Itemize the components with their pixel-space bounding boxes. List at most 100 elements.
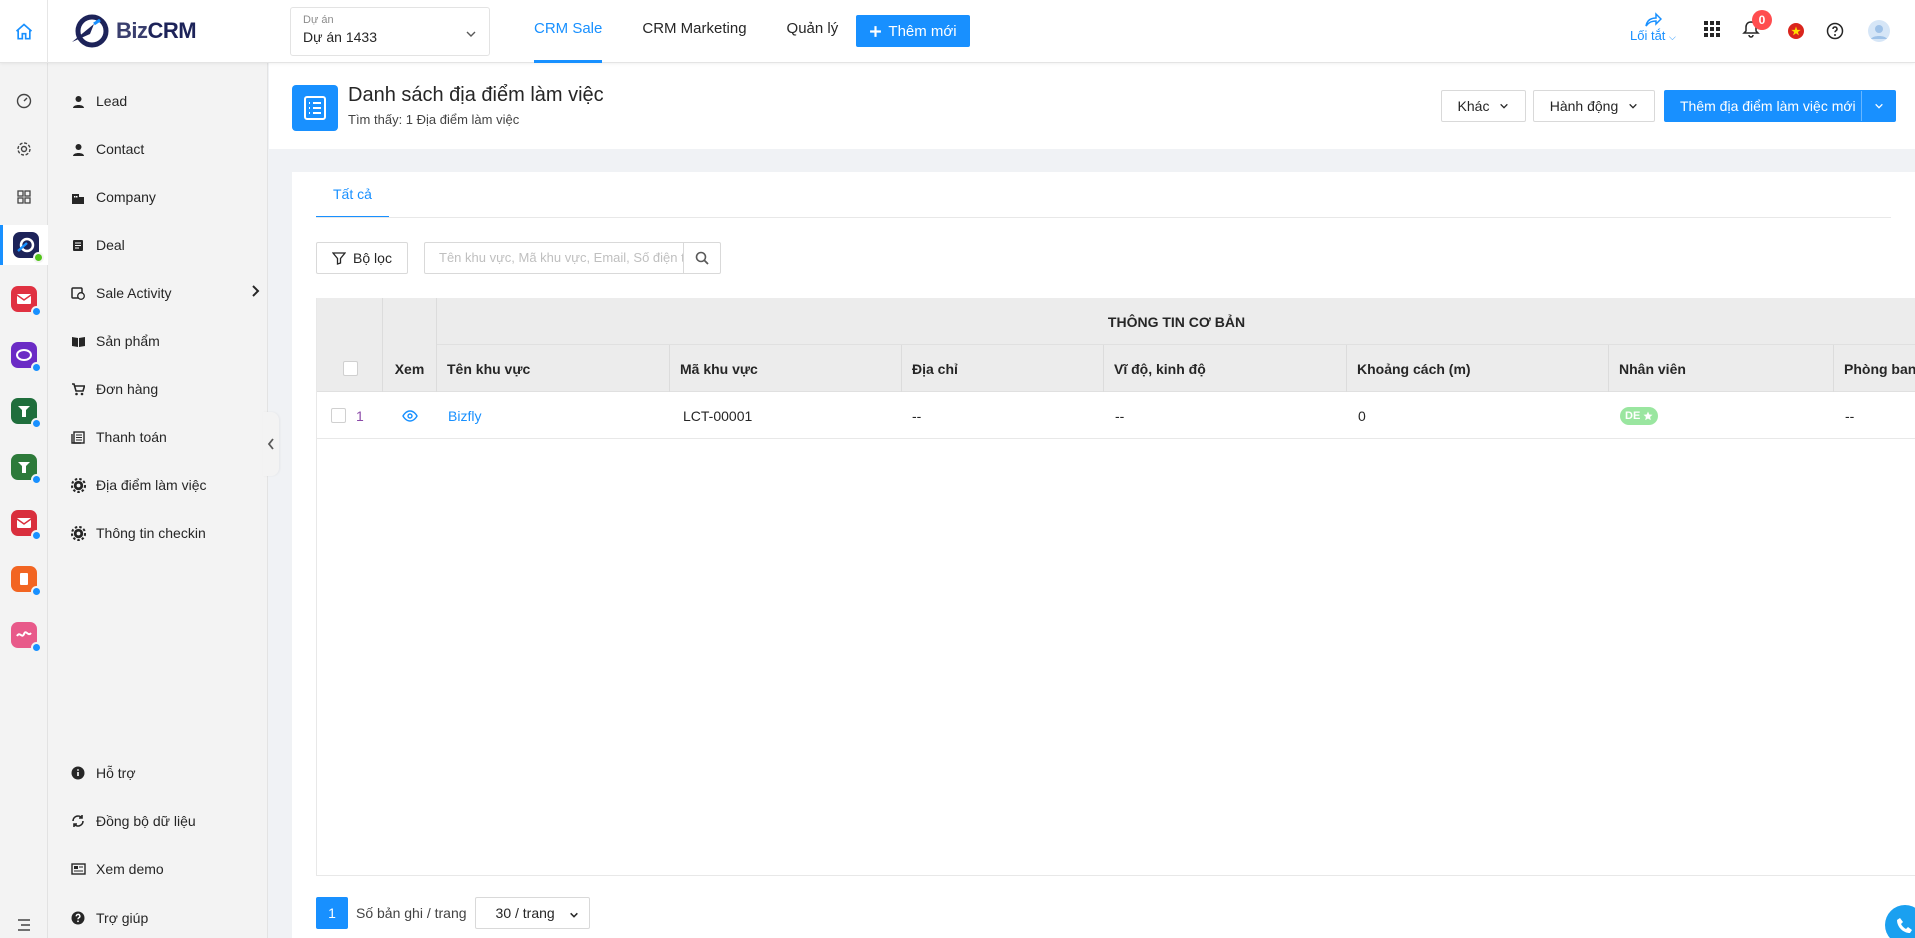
- col-header-department[interactable]: Phòng ban: [1844, 345, 1915, 392]
- sidebar-item-don-hang[interactable]: Đơn hàng: [70, 377, 260, 401]
- tab-crm-marketing[interactable]: CRM Marketing: [642, 0, 746, 63]
- dashboard-gauge-icon: [16, 93, 32, 109]
- home-button[interactable]: [0, 0, 48, 63]
- menu-list-icon: [18, 919, 30, 931]
- add-new-button[interactable]: Thêm mới: [856, 15, 970, 47]
- rail-app-mail[interactable]: [0, 279, 48, 319]
- sidebar-item-label: Lead: [96, 93, 128, 109]
- book-icon: [70, 333, 86, 349]
- help-button[interactable]: [1826, 22, 1844, 40]
- sidebar-collapse-toggle[interactable]: [263, 412, 279, 476]
- plus-icon: [870, 25, 882, 37]
- sidebar-item-ho-tro[interactable]: Hỗ trợ: [70, 761, 260, 785]
- receipt-icon: [70, 429, 86, 445]
- add-new-label: Thêm mới: [888, 22, 957, 40]
- question-circle-icon: [1826, 22, 1844, 40]
- rail-apps[interactable]: [0, 177, 48, 217]
- apps-grid-icon: [1704, 21, 1720, 37]
- sidebar-item-label: Contact: [96, 141, 145, 157]
- sidebar-item-thanh-toan[interactable]: Thanh toán: [70, 425, 260, 449]
- other-dropdown-button[interactable]: Khác: [1441, 90, 1526, 122]
- user-icon: [70, 93, 86, 109]
- chevron-down-icon: [1629, 103, 1638, 109]
- action-dropdown-button[interactable]: Hành động: [1533, 90, 1655, 122]
- col-header-area-code[interactable]: Mã khu vực: [680, 345, 758, 392]
- add-location-dropdown-toggle[interactable]: [1861, 91, 1895, 121]
- add-location-button[interactable]: Thêm địa điểm làm việc mới: [1664, 90, 1896, 122]
- orange-app-icon: [11, 566, 42, 597]
- rail-menu-toggle[interactable]: [0, 905, 48, 938]
- rail-app-green-1[interactable]: [0, 391, 48, 431]
- page-size-value: 30 / trang: [495, 905, 555, 921]
- search-button[interactable]: [683, 242, 721, 274]
- sidebar-item-tro-giup[interactable]: Trợ giúp: [70, 906, 260, 930]
- document-icon: [70, 237, 86, 253]
- newspaper-icon: [70, 861, 86, 877]
- page-button-current[interactable]: 1: [316, 897, 348, 929]
- page-size-select[interactable]: 30 / trang: [474, 897, 590, 929]
- area-name-link[interactable]: Bizfly: [448, 392, 481, 439]
- rail-app-green-2[interactable]: [0, 447, 48, 487]
- page-header: Danh sách địa điểm làm việc Tìm thấy: 1 …: [269, 63, 1915, 149]
- green-app-icon: [11, 398, 42, 429]
- select-all-checkbox[interactable]: [343, 361, 358, 376]
- app-logo[interactable]: BizCRM: [70, 12, 197, 50]
- rail-app-pink[interactable]: [0, 615, 48, 655]
- rail-app-chat[interactable]: [0, 335, 48, 375]
- project-label: Dự án: [303, 14, 334, 26]
- chevron-down-icon: ⌵: [1669, 32, 1676, 42]
- sidebar-item-label: Đơn hàng: [96, 381, 159, 397]
- view-row-button[interactable]: [383, 392, 436, 439]
- sidebar-item-dong-bo-du-lieu[interactable]: Đồng bộ dữ liệu: [70, 809, 260, 833]
- user-avatar[interactable]: [1867, 19, 1891, 43]
- rail-app-mail-2[interactable]: [0, 503, 48, 543]
- sidebar-item-san-pham[interactable]: Sản phẩm: [70, 329, 260, 353]
- sidebar-item-contact[interactable]: Contact: [70, 137, 260, 161]
- chevron-down-icon: [569, 912, 578, 918]
- sidebar-item-xem-demo[interactable]: Xem demo: [70, 857, 260, 881]
- row-checkbox[interactable]: [331, 408, 346, 423]
- calendar-clock-icon: [70, 285, 86, 301]
- apps-grid-button[interactable]: [1703, 20, 1721, 38]
- rail-settings[interactable]: [0, 129, 48, 169]
- sidebar-item-deal[interactable]: Deal: [70, 233, 260, 257]
- col-header-address[interactable]: Địa chỉ: [912, 345, 958, 392]
- app-logo-text: BizCRM: [116, 18, 197, 43]
- chevron-right-icon: [252, 285, 260, 297]
- sidebar-item-dia-diem-lam-viec[interactable]: Địa điểm làm việc: [70, 473, 260, 497]
- sidebar-item-sale-activity[interactable]: Sale Activity: [70, 281, 260, 305]
- bizcrm-logo-icon: [72, 14, 109, 48]
- help-icon: [70, 910, 86, 926]
- mail-app-icon: [11, 286, 42, 317]
- list-document-icon: [292, 85, 338, 131]
- col-header-area-name[interactable]: Tên khu vực: [447, 345, 530, 392]
- language-button[interactable]: [1787, 22, 1805, 40]
- sidebar-item-label: Địa điểm làm việc: [96, 477, 207, 493]
- rail-app-crm[interactable]: [0, 225, 48, 265]
- sidebar-item-label: Xem demo: [96, 861, 164, 877]
- tab-all[interactable]: Tất cả: [316, 172, 389, 218]
- sidebar-item-thong-tin-checkin[interactable]: Thông tin checkin: [70, 521, 260, 545]
- sidebar-item-label: Thanh toán: [96, 429, 167, 445]
- col-header-distance[interactable]: Khoảng cách (m): [1357, 345, 1471, 392]
- shortcut-menu[interactable]: Lối tắt ⌵: [1630, 12, 1676, 43]
- other-label: Khác: [1457, 98, 1490, 114]
- rail-app-orange[interactable]: [0, 559, 48, 599]
- tab-quan-ly[interactable]: Quản lý: [787, 0, 839, 63]
- staff-tag[interactable]: DE: [1620, 406, 1659, 425]
- row-select[interactable]: 1: [331, 392, 364, 439]
- add-location-label: Thêm địa điểm làm việc mới: [1680, 98, 1856, 114]
- eye-icon: [401, 409, 418, 422]
- search-input[interactable]: Tên khu vực, Mã khu vực, Email, Số điện …: [424, 242, 684, 274]
- project-selector[interactable]: Dự án Dự án 1433: [290, 7, 490, 56]
- rail-dashboard[interactable]: [0, 81, 48, 121]
- filter-button[interactable]: Bộ lọc: [316, 242, 408, 274]
- sidebar-item-label: Thông tin checkin: [96, 525, 206, 541]
- sidebar-item-company[interactable]: Company: [70, 185, 260, 209]
- gear-icon: [17, 142, 31, 156]
- green-app-icon: [11, 454, 42, 485]
- col-header-staff[interactable]: Nhân viên: [1619, 345, 1686, 392]
- sidebar-item-lead[interactable]: Lead: [70, 89, 260, 113]
- tab-crm-sale[interactable]: CRM Sale: [534, 0, 603, 63]
- col-header-latlng[interactable]: Vĩ độ, kinh độ: [1114, 345, 1206, 392]
